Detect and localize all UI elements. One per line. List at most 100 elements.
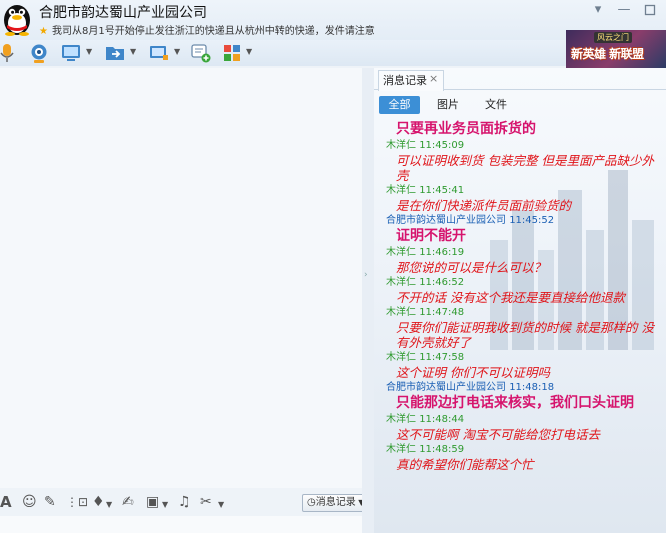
screen-share-icon[interactable] bbox=[148, 41, 170, 65]
message-sender[interactable]: 木洋仁 bbox=[386, 140, 416, 151]
message-history-button-label: 消息记录 bbox=[315, 497, 356, 508]
image-dropdown-icon[interactable]: ▼ bbox=[162, 497, 168, 513]
ad-small-label: 风云之门 bbox=[594, 32, 632, 43]
message-meta: 木洋仁 11:45:09 bbox=[386, 139, 662, 153]
send-file-dropdown-icon[interactable]: ▼ bbox=[130, 47, 136, 56]
notice-text: 我司从8月1号开始停止发往浙江的快递且从杭州中转的快递，发件请注意 bbox=[51, 26, 375, 37]
vip-magic-icon[interactable]: ⋮⊡ bbox=[66, 494, 88, 510]
apps-dropdown-icon[interactable]: ▼ bbox=[246, 47, 252, 56]
qq-penguin-avatar[interactable] bbox=[0, 0, 34, 36]
message-sender[interactable]: 木洋仁 bbox=[386, 444, 416, 455]
chat-toolbar: ▼ ▼ ▼ ▼ bbox=[0, 40, 566, 66]
filter-images[interactable]: 图片 bbox=[437, 96, 459, 114]
music-icon[interactable]: ♫ bbox=[178, 494, 191, 510]
message-time: 11:46:52 bbox=[419, 277, 465, 288]
history-message: 木洋仁 11:48:44 这不可能啊 淘宝不可能给您打电话去 bbox=[386, 413, 662, 442]
message-sender[interactable]: 木洋仁 bbox=[386, 185, 416, 196]
message-text: 证明不能开 bbox=[396, 228, 466, 244]
message-text: 那您说的可以是什么可以？ bbox=[396, 260, 547, 275]
chat-message-area[interactable] bbox=[0, 68, 373, 488]
voice-message-icon[interactable]: ♦ bbox=[92, 494, 105, 510]
message-meta: 木洋仁 11:48:44 bbox=[386, 413, 662, 427]
message-time: 11:48:44 bbox=[419, 414, 465, 425]
message-meta: 木洋仁 11:46:52 bbox=[386, 276, 662, 290]
message-text: 只能那边打电话来核实，我们口头证明 bbox=[396, 395, 634, 411]
apps-grid-icon[interactable] bbox=[222, 41, 244, 65]
message-time: 11:48:18 bbox=[509, 382, 555, 393]
remote-desktop-dropdown-icon[interactable]: ▼ bbox=[86, 47, 92, 56]
message-text: 可以证明收到货 包装完整 但是里面产品缺少外壳 bbox=[396, 153, 654, 183]
pane-splitter[interactable] bbox=[362, 68, 374, 533]
history-message: 木洋仁 11:47:58 这个证明 你们不可以证明吗 bbox=[386, 351, 662, 380]
message-time: 11:46:19 bbox=[419, 247, 465, 258]
message-meta: 合肥市韵达蜀山产业园公司 11:45:52 bbox=[386, 214, 662, 228]
message-meta: 木洋仁 11:46:19 bbox=[386, 246, 662, 260]
voice-message-dropdown-icon[interactable]: ▼ bbox=[106, 497, 112, 513]
nudge-icon[interactable]: ✎ bbox=[44, 494, 56, 510]
message-text: 这个证明 你们不可以证明吗 bbox=[396, 365, 550, 380]
ad-headline: 新英雄 新联盟 bbox=[571, 47, 644, 61]
message-sender[interactable]: 木洋仁 bbox=[386, 352, 416, 363]
message-time: 11:48:59 bbox=[419, 444, 465, 455]
screen-share-dropdown-icon[interactable]: ▼ bbox=[174, 47, 180, 56]
send-file-icon[interactable] bbox=[104, 41, 126, 65]
message-sender[interactable]: 木洋仁 bbox=[386, 307, 416, 318]
message-text: 真的希望你们能帮这个忙 bbox=[396, 457, 534, 472]
minimize-button[interactable]: — bbox=[614, 2, 634, 18]
history-message: 合肥市韵达蜀山产业园公司 11:48:18 只能那边打电话来核实，我们口头证明 bbox=[386, 381, 662, 412]
message-text: 不开的话 没有这个我还是要直接给他退款 bbox=[396, 290, 625, 305]
screenshot-dropdown-icon[interactable]: ▼ bbox=[218, 497, 224, 513]
video-camera-icon[interactable] bbox=[28, 41, 50, 65]
image-icon[interactable]: ▣ bbox=[146, 494, 159, 510]
message-meta: 木洋仁 11:47:58 bbox=[386, 351, 662, 365]
message-meta: 木洋仁 11:45:41 bbox=[386, 184, 662, 198]
message-time: 11:45:09 bbox=[419, 140, 465, 151]
message-sender[interactable]: 木洋仁 bbox=[386, 414, 416, 425]
message-sender[interactable]: 合肥市韵达蜀山产业园公司 bbox=[386, 215, 506, 226]
message-text: 是在你们快递派件员面前验货的 bbox=[396, 198, 572, 213]
message-time: 11:45:52 bbox=[509, 215, 555, 226]
history-message: 木洋仁 11:46:52 不开的话 没有这个我还是要直接给他退款 bbox=[386, 276, 662, 305]
message-history-button[interactable]: ◷消息记录 ▼ bbox=[302, 494, 370, 512]
message-sender[interactable]: 木洋仁 bbox=[386, 277, 416, 288]
message-text: 只要再业务员面拆货的 bbox=[396, 121, 536, 137]
tab-message-history-label: 消息记录 bbox=[383, 74, 427, 87]
create-group-chat-icon[interactable] bbox=[190, 41, 212, 65]
close-tab-icon[interactable]: × bbox=[429, 72, 438, 85]
screenshot-scissors-icon[interactable]: ✂ bbox=[200, 494, 212, 510]
history-message: 合肥市韵达蜀山产业园公司 11:45:52 证明不能开 bbox=[386, 214, 662, 245]
message-time: 11:45:41 bbox=[419, 185, 465, 196]
filter-files[interactable]: 文件 bbox=[485, 96, 507, 114]
star-icon: ★ bbox=[39, 26, 48, 37]
history-message: 木洋仁 11:45:09 可以证明收到货 包装完整 但是里面产品缺少外壳 bbox=[386, 139, 662, 183]
history-message: 木洋仁 11:47:48 只要你们能证明我收到货的时候 就是那样的 没有外壳就好… bbox=[386, 306, 662, 350]
filter-all[interactable]: 全部 bbox=[379, 96, 420, 114]
emoji-icon[interactable]: ☺ bbox=[22, 494, 37, 510]
message-sender[interactable]: 木洋仁 bbox=[386, 247, 416, 258]
history-message: 木洋仁 11:46:19 那您说的可以是什么可以？ bbox=[386, 246, 662, 275]
message-time: 11:47:48 bbox=[419, 307, 465, 318]
message-time: 11:47:58 bbox=[419, 352, 465, 363]
history-message: 只要再业务员面拆货的 bbox=[386, 121, 662, 138]
message-sender[interactable]: 合肥市韵达蜀山产业园公司 bbox=[386, 382, 506, 393]
message-meta: 木洋仁 11:47:48 bbox=[386, 306, 662, 320]
message-meta: 合肥市韵达蜀山产业园公司 11:48:18 bbox=[386, 381, 662, 395]
game-ad-banner[interactable]: 风云之门 新英雄 新联盟 bbox=[566, 30, 666, 68]
history-message: 木洋仁 11:45:41 是在你们快递派件员面前验货的 bbox=[386, 184, 662, 213]
clock-icon: ◷ bbox=[307, 497, 316, 508]
message-meta: 木洋仁 11:48:59 bbox=[386, 443, 662, 457]
message-text: 只要你们能证明我收到货的时候 就是那样的 没有外壳就好了 bbox=[396, 320, 654, 350]
microphone-icon[interactable] bbox=[0, 41, 16, 65]
contact-notice: ★ 我司从8月1号开始停止发往浙江的快递且从杭州中转的快递，发件请注意 bbox=[39, 22, 375, 37]
message-input[interactable] bbox=[0, 516, 373, 533]
history-message-list: 只要再业务员面拆货的 木洋仁 11:45:09 可以证明收到货 包装完整 但是里… bbox=[386, 121, 662, 473]
message-text: 这不可能啊 淘宝不可能给您打电话去 bbox=[396, 427, 600, 442]
font-icon[interactable]: A bbox=[0, 494, 12, 510]
menu-caret-button[interactable]: ▾ bbox=[588, 2, 608, 18]
remote-desktop-icon[interactable] bbox=[60, 41, 82, 65]
maximize-button[interactable] bbox=[640, 2, 660, 18]
history-message: 木洋仁 11:48:59 真的希望你们能帮这个忙 bbox=[386, 443, 662, 472]
collapse-arrow-icon[interactable]: › bbox=[364, 270, 368, 280]
edit-picture-icon[interactable]: ✍ bbox=[122, 494, 134, 510]
contact-name[interactable]: 合肥市韵达蜀山产业园公司 bbox=[39, 2, 207, 22]
